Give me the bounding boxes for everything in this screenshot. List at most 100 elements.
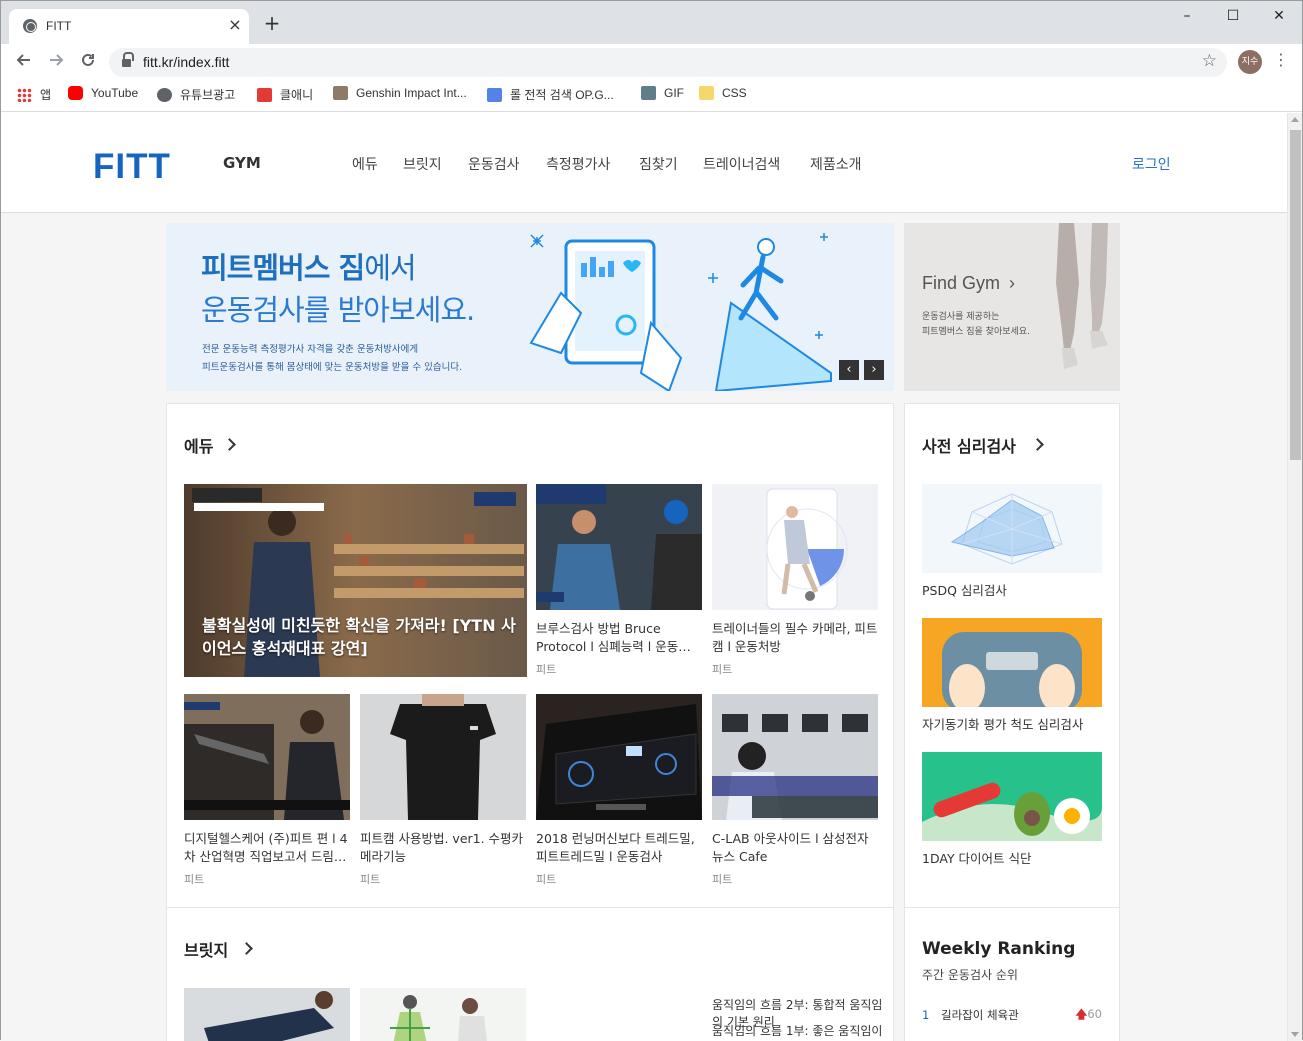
bookmark-star-icon[interactable]: ☆ <box>1202 51 1217 71</box>
psych-item-label-3[interactable]: 1DAY 다이어트 식단 <box>922 850 1102 870</box>
ranking-gym-name: 길라잡이 체육관 <box>940 1008 1019 1022</box>
browser-menu-icon[interactable]: ⋮ <box>1273 50 1289 69</box>
edu-card-title-3[interactable]: 디지털헬스케어 (주)피트 편 l 4차 산업혁명 직업보고서 드림… <box>184 830 350 866</box>
bookmark-gif[interactable]: GIF <box>641 86 684 104</box>
c-lab-thumbnail <box>712 694 878 820</box>
legs-photo <box>1056 223 1108 369</box>
tab-title: FITT <box>46 19 72 33</box>
bookmark-genshin[interactable]: Genshin Impact Int... <box>333 86 467 104</box>
banner-subtitle-2: 피트운동검사를 통해 몸상태에 맞는 운동처방을 받을 수 있습니다. <box>202 362 463 373</box>
forward-button[interactable] <box>45 51 67 73</box>
login-link[interactable]: 로그인 <box>1132 154 1171 174</box>
profile-avatar[interactable]: 지수 <box>1238 50 1262 74</box>
banner-illustration <box>529 233 832 391</box>
psych-item-label-1[interactable]: PSDQ 심리검사 <box>922 582 1102 602</box>
chevron-right-icon[interactable] <box>240 942 253 955</box>
maximize-button[interactable]: ☐ <box>1210 1 1256 31</box>
banner-prev-button[interactable]: ‹ <box>839 360 859 380</box>
close-tab-icon[interactable]: × <box>227 15 243 35</box>
youtube-icon <box>68 86 83 100</box>
fitt-logo[interactable]: FITT <box>93 147 171 187</box>
bookmark-apps[interactable]: 앱 <box>17 86 51 104</box>
edu-card-source-1: 피트 <box>536 663 557 676</box>
bridge-section-title[interactable]: 브릿지 <box>184 937 228 961</box>
close-window-button[interactable]: ✕ <box>1256 1 1302 31</box>
bookmark-opgg[interactable]: 롤 전적 검색 OP.G... <box>487 86 614 104</box>
edu-card-thumbnail-6[interactable] <box>712 694 878 820</box>
main-banner[interactable]: 피트멤버스 짐에서 운동검사를 받아보세요. 전문 운동능력 측정평가사 자격을… <box>166 223 894 391</box>
address-bar[interactable]: fitt.kr/index.fitt ☆ <box>109 48 1227 77</box>
reload-icon <box>82 53 94 66</box>
bridge-thumbnail-1[interactable] <box>184 988 350 1041</box>
edu-feature-video[interactable]: 불확실성에 미친듯한 확신을 가져라! [YTN 사이언스 홍석재대표 강연] <box>184 484 527 677</box>
edu-card-title-1[interactable]: 브루스검사 방법 Bruce Protocol l 심폐능력 l 운동… <box>536 620 702 656</box>
bridge-thumbnail-2[interactable] <box>360 988 526 1041</box>
nav-find-gym[interactable]: 짐찾기 <box>639 154 678 174</box>
banner-next-button[interactable]: › <box>864 360 884 380</box>
arrow-up-icon: 🡅 <box>1075 1007 1088 1021</box>
bridge-panel: 브릿지 움직임의 흐름 2부: 통합적 움직임의 기본 원리 움직임의 흐름 1… <box>166 907 894 1041</box>
edu-card-thumbnail-1[interactable] <box>536 484 702 610</box>
edu-card-thumbnail-5[interactable] <box>536 694 702 820</box>
opgg-icon <box>487 88 502 102</box>
nav-exercise-test[interactable]: 운동검사 <box>468 154 520 174</box>
ranking-subtitle: 주간 운동검사 순위 <box>922 968 1018 982</box>
banner-subtitle-1: 전문 운동능력 측정평가사 자격을 갖춘 운동처방사에게 <box>202 344 419 355</box>
edu-card-thumbnail-2[interactable] <box>712 484 878 610</box>
chevron-right-icon[interactable] <box>223 438 236 451</box>
psych-test-panel: 사전 심리검사 PSDQ 심리검사 자기동기화 평가 척도 심리검사 1DAY … <box>904 403 1120 908</box>
page-scrollbar[interactable] <box>1287 113 1302 1041</box>
bookmarks-bar: 앱 YouTube 유튜브광고 클애니 Genshin Impact Int..… <box>1 80 1302 112</box>
edu-card-source-3: 피트 <box>184 873 205 886</box>
stretching-photo <box>184 988 350 1041</box>
psych-section-title[interactable]: 사전 심리검사 <box>922 433 1016 457</box>
ranking-change: 🡅60 <box>1075 1007 1102 1021</box>
motivation-scale-thumbnail[interactable] <box>922 618 1102 707</box>
new-tab-button[interactable]: + <box>263 13 281 35</box>
find-gym-banner[interactable]: Find Gym › 운동검사를 제공하는 피트멤버스 짐을 찾아보세요. <box>904 223 1120 391</box>
back-button[interactable] <box>13 51 35 73</box>
edu-card-title-2[interactable]: 트레이너들의 필수 카메라, 피트캠 l 운동처방 <box>712 620 878 656</box>
browser-tab[interactable]: FITT × <box>9 9 249 44</box>
ranking-row[interactable]: 1 길라잡이 체육관 🡅60 <box>922 1007 1102 1023</box>
nav-products[interactable]: 제품소개 <box>810 154 862 174</box>
diet-thumbnail[interactable] <box>922 752 1102 841</box>
scroll-down-icon[interactable] <box>1291 1032 1299 1037</box>
psych-item-label-2[interactable]: 자기동기화 평가 척도 심리검사 <box>922 716 1102 736</box>
edu-card-title-4[interactable]: 피트캠 사용방법. ver1. 수평카메라기능 <box>360 830 526 866</box>
bookmark-css[interactable]: CSS <box>699 86 747 104</box>
edu-card-source-5: 피트 <box>536 873 557 886</box>
ranking-number: 1 <box>922 1008 930 1022</box>
edu-card-source-4: 피트 <box>360 873 381 886</box>
scroll-thumb[interactable] <box>1290 130 1301 460</box>
nav-bridge[interactable]: 브릿지 <box>403 154 442 174</box>
banner-title: 피트멤버스 짐에서 <box>201 251 417 285</box>
edu-card-thumbnail-3[interactable] <box>184 694 350 820</box>
nav-trainer-search[interactable]: 트레이너검색 <box>703 154 780 174</box>
nav-edu[interactable]: 에듀 <box>352 154 378 174</box>
lock-icon <box>122 52 134 67</box>
psdq-thumbnail[interactable] <box>922 484 1102 573</box>
edu-card-title-5[interactable]: 2018 런닝머신보다 트레드밀, 피트트레드밀 l 운동검사 <box>536 830 702 866</box>
site-header: FITT GYM 에듀 브릿지 운동검사 측정평가사 짐찾기 트레이너검색 제품… <box>1 113 1287 213</box>
banner-title-line2: 운동검사를 받아보세요. <box>201 293 475 327</box>
diet-food-icon <box>922 752 1102 841</box>
bridge-article-2[interactable]: 움직임의 흐름 1부: 좋은 움직임이란? <box>712 1022 893 1041</box>
treadmill-thumbnail <box>536 694 702 820</box>
edu-card-title-6[interactable]: C-LAB 아웃사이드 l 삼성전자뉴스 Cafe <box>712 830 878 866</box>
nav-evaluator[interactable]: 측정평가사 <box>546 154 610 174</box>
reload-button[interactable] <box>77 51 99 73</box>
edu-section-title[interactable]: 에듀 <box>184 433 213 457</box>
section-label[interactable]: GYM <box>223 154 261 172</box>
bookmark-clanie[interactable]: 클애니 <box>257 86 313 104</box>
find-gym-title: Find Gym › <box>922 273 1016 293</box>
minimize-button[interactable]: – <box>1164 1 1210 31</box>
scroll-up-icon[interactable] <box>1291 117 1299 122</box>
bookmark-youtube-ads[interactable]: 유튜브광고 <box>157 86 235 104</box>
gif-icon <box>641 86 656 100</box>
chevron-right-icon[interactable] <box>1031 438 1044 451</box>
page-content: FITT GYM 에듀 브릿지 운동검사 측정평가사 짐찾기 트레이너검색 제품… <box>1 113 1287 1041</box>
browser-toolbar: fitt.kr/index.fitt ☆ 지수 ⋮ <box>1 44 1302 80</box>
edu-card-thumbnail-4[interactable] <box>360 694 526 820</box>
bookmark-youtube[interactable]: YouTube <box>68 86 138 104</box>
